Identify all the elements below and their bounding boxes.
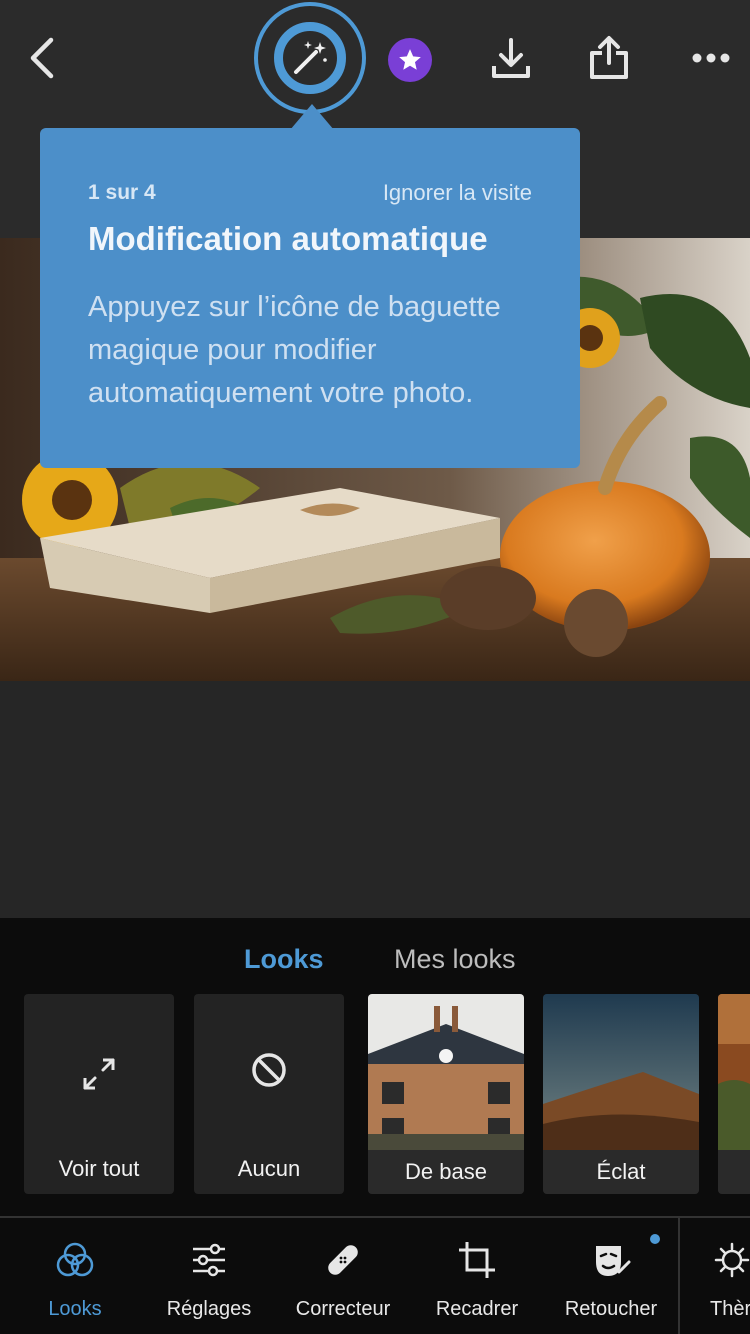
bandage-icon — [328, 1245, 358, 1275]
back-button[interactable] — [14, 28, 70, 88]
look-card-label: Éclat — [543, 1150, 699, 1194]
premium-star-icon — [399, 49, 421, 70]
look-card-aucun[interactable]: Aucun — [194, 994, 344, 1194]
look-card-label — [718, 1150, 750, 1194]
tooltip-title: Modification automatique — [88, 220, 488, 257]
expand-icon — [83, 1058, 115, 1090]
look-thumbnail-house — [368, 994, 524, 1150]
top-bar — [0, 0, 750, 118]
toolbar-label: Looks — [48, 1298, 102, 1320]
onboarding-tooltip: 1 sur 4 Ignorer la visite Modification a… — [40, 104, 580, 468]
tab-looks[interactable]: Looks — [244, 944, 324, 975]
more-button[interactable] — [686, 38, 736, 78]
look-card-eclat[interactable]: Éclat — [543, 994, 699, 1194]
tooltip-body-line: Appuyez sur l’icône de baguette — [88, 291, 501, 323]
new-feature-dot — [650, 1234, 660, 1244]
toolbar-label: Recadrer — [435, 1298, 519, 1320]
toolbar-item-looks[interactable]: Looks — [8, 1218, 142, 1334]
look-card-voir-tout[interactable]: Voir tout — [24, 994, 174, 1194]
toolbar-item-themes[interactable]: Thèr — [678, 1218, 750, 1334]
look-thumbnail-landscape — [718, 994, 750, 1150]
toolbar-label: Thèr — [710, 1298, 750, 1320]
looks-carousel[interactable]: Voir tout Aucun De base Éclat — [0, 994, 750, 1194]
share-icon — [590, 36, 628, 79]
looks-panel: Looks Mes looks Voir tout Aucun De base … — [0, 918, 750, 1216]
crop-icon — [459, 1242, 495, 1278]
toolbar-label: Retoucher — [564, 1298, 658, 1320]
back-icon — [30, 37, 54, 79]
theme-icon — [714, 1242, 750, 1278]
look-card-label: Voir tout — [58, 1156, 140, 1181]
retouch-icon — [596, 1246, 631, 1276]
skip-tour-link[interactable]: Ignorer la visite — [383, 180, 532, 206]
canvas-bottom — [0, 681, 750, 918]
tooltip-body: Appuyez sur l’icône de baguette magique … — [88, 286, 532, 415]
download-icon — [492, 38, 530, 78]
none-icon — [252, 1053, 286, 1087]
tooltip-step: 1 sur 4 — [88, 181, 156, 204]
look-card-label: Aucun — [237, 1156, 301, 1181]
look-card-label: De base — [368, 1150, 524, 1194]
look-thumbnail-mountain — [543, 994, 699, 1150]
look-card-de-base[interactable]: De base — [368, 994, 524, 1194]
share-button[interactable] — [584, 32, 634, 84]
tooltip-body-line: automatiquement votre photo. — [88, 377, 474, 409]
tooltip-body-line: magique pour modifier — [88, 334, 377, 366]
toolbar-label: Réglages — [166, 1298, 252, 1320]
edit-toolbar: Looks Réglages Correcteur Recadrer Retou… — [0, 1216, 750, 1334]
toolbar-item-correcteur[interactable]: Correcteur — [276, 1218, 410, 1334]
magic-wand-icon — [294, 41, 327, 74]
toolbar-item-reglages[interactable]: Réglages — [142, 1218, 276, 1334]
looks-tabs: Looks Mes looks — [0, 944, 750, 984]
more-icon — [692, 53, 730, 63]
looks-icon — [56, 1242, 94, 1277]
toolbar-item-recadrer[interactable]: Recadrer — [410, 1218, 544, 1334]
tab-mes-looks[interactable]: Mes looks — [394, 944, 516, 975]
sliders-icon — [193, 1243, 225, 1277]
auto-edit-button[interactable] — [254, 2, 366, 114]
toolbar-label: Correcteur — [295, 1298, 391, 1320]
look-card-partial[interactable] — [718, 994, 750, 1194]
download-button[interactable] — [486, 32, 536, 84]
premium-button[interactable] — [388, 38, 432, 82]
